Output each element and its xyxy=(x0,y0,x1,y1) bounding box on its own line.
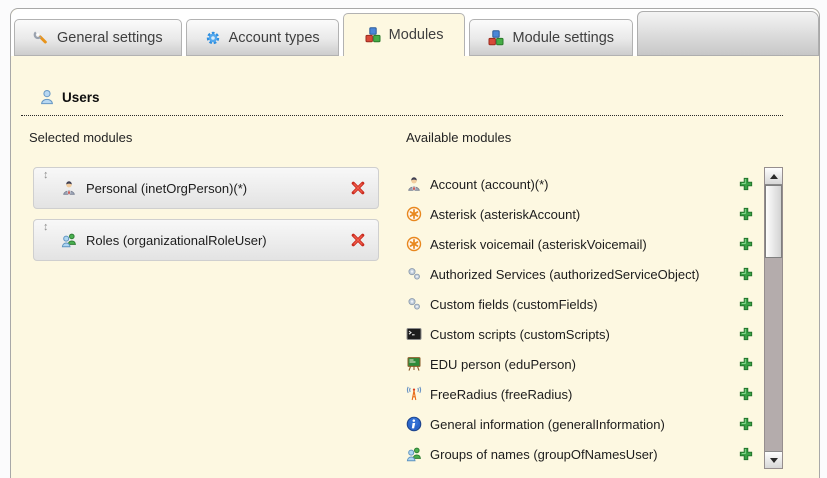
selected-modules-list: ↕ Personal (inetOrgPerson)(*) ↕ Roles (o… xyxy=(33,167,379,271)
add-module-button[interactable] xyxy=(738,296,754,312)
scrollbar-up-button[interactable] xyxy=(765,168,782,185)
remove-module-button[interactable] xyxy=(349,232,366,249)
tab-bar-filler xyxy=(637,11,819,56)
available-module-row: Account (account)(*) xyxy=(406,169,764,199)
available-module-row: Authorized Services (authorizedServiceOb… xyxy=(406,259,764,289)
tab-general-settings[interactable]: General settings xyxy=(14,19,182,56)
add-module-button[interactable] xyxy=(738,236,754,252)
add-icon xyxy=(738,446,754,462)
arrow-up-icon xyxy=(770,174,778,179)
available-module-row: Groups of names (groupOfNamesUser) xyxy=(406,439,764,469)
asterisk-icon xyxy=(406,206,422,222)
delete-icon xyxy=(350,232,366,248)
drag-handle[interactable]: ↕ xyxy=(43,169,49,182)
add-icon xyxy=(738,386,754,402)
available-module-row: General information (generalInformation) xyxy=(406,409,764,439)
add-icon xyxy=(738,206,754,222)
selected-module-row: ↕ Personal (inetOrgPerson)(*) xyxy=(33,167,379,209)
modules-tab-content: Users Selected modules Available modules… xyxy=(11,56,819,478)
tab-label: Account types xyxy=(229,30,320,46)
drag-handle[interactable]: ↕ xyxy=(43,221,49,234)
group-icon xyxy=(406,446,422,462)
available-module-row: Custom scripts (customScripts) xyxy=(406,319,764,349)
available-module-row: EDU person (eduPerson) xyxy=(406,349,764,379)
asterisk-icon xyxy=(406,236,422,252)
gears-icon xyxy=(406,296,422,312)
selected-module-row: ↕ Roles (organizationalRoleUser) xyxy=(33,219,379,261)
tab-modules[interactable]: Modules xyxy=(343,13,466,56)
scrollbar[interactable] xyxy=(764,167,783,469)
antenna-icon xyxy=(406,386,422,402)
add-icon xyxy=(738,416,754,432)
available-module-row: FreeRadius (freeRadius) xyxy=(406,379,764,409)
tab-bar: General settings Account types Modules M… xyxy=(11,9,819,56)
section-heading: Users xyxy=(39,89,100,105)
add-module-button[interactable] xyxy=(738,416,754,432)
wrench-icon xyxy=(33,30,49,46)
gears-icon xyxy=(406,266,422,282)
add-icon xyxy=(738,356,754,372)
tab-label: General settings xyxy=(57,30,163,46)
tab-module-settings[interactable]: Module settings xyxy=(469,19,633,56)
tab-label: Modules xyxy=(389,27,444,43)
tab-account-types[interactable]: Account types xyxy=(186,19,339,56)
available-module-row: Custom fields (customFields) xyxy=(406,289,764,319)
add-icon xyxy=(738,236,754,252)
group-icon xyxy=(61,232,77,248)
section-divider xyxy=(21,115,783,116)
add-module-button[interactable] xyxy=(738,266,754,282)
chalkboard-icon xyxy=(406,356,422,372)
section-title: Users xyxy=(62,90,100,105)
add-module-button[interactable] xyxy=(738,356,754,372)
person-icon xyxy=(61,180,77,196)
add-icon xyxy=(738,296,754,312)
info-icon xyxy=(406,416,422,432)
add-icon xyxy=(738,266,754,282)
configuration-window: General settings Account types Modules M… xyxy=(10,8,820,478)
terminal-icon xyxy=(406,326,422,342)
delete-icon xyxy=(350,180,366,196)
available-modules-heading: Available modules xyxy=(406,130,511,145)
available-module-row: Asterisk (asteriskAccount) xyxy=(406,199,764,229)
modules-icon xyxy=(488,30,504,46)
add-module-button[interactable] xyxy=(738,326,754,342)
remove-module-button[interactable] xyxy=(349,180,366,197)
modules-icon xyxy=(365,27,381,43)
person-icon xyxy=(406,176,422,192)
add-module-button[interactable] xyxy=(738,206,754,222)
add-module-button[interactable] xyxy=(738,446,754,462)
user-icon xyxy=(39,89,55,105)
available-modules-list: Account (account)(*) Asterisk (asteriskA… xyxy=(406,169,764,469)
available-module-row: Asterisk voicemail (asteriskVoicemail) xyxy=(406,229,764,259)
arrow-down-icon xyxy=(770,458,778,463)
add-icon xyxy=(738,326,754,342)
gear-icon xyxy=(205,30,221,46)
selected-modules-heading: Selected modules xyxy=(29,130,132,145)
scrollbar-thumb[interactable] xyxy=(765,185,782,258)
add-icon xyxy=(738,176,754,192)
tab-label: Module settings xyxy=(512,30,614,46)
add-module-button[interactable] xyxy=(738,176,754,192)
scrollbar-down-button[interactable] xyxy=(765,451,782,468)
add-module-button[interactable] xyxy=(738,386,754,402)
